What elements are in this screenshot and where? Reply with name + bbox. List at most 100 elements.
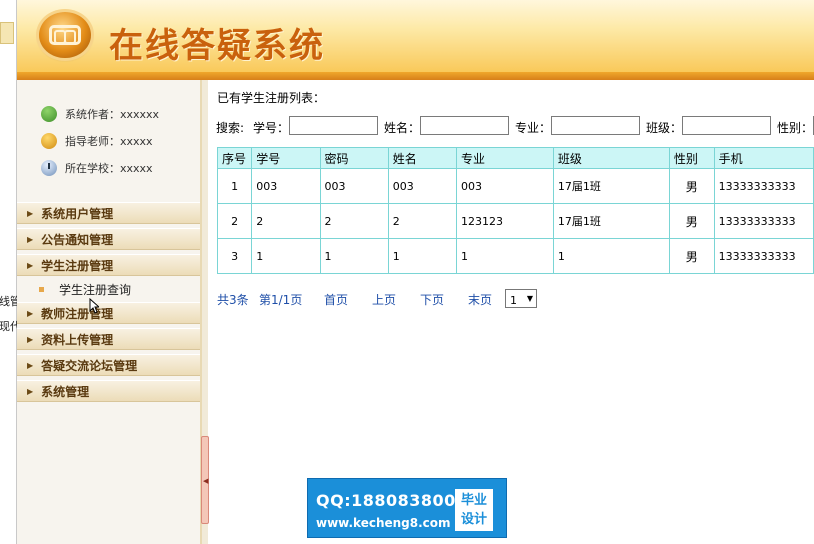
watermark-qq: QQ:188083800 [316, 491, 456, 510]
chevron-down-icon: ▼ [526, 294, 533, 303]
cell-gender: 男 [668, 238, 715, 274]
sidebar: 系统作者：xxxxxx 指导老师：xxxxx 所在学校：xxxxx ▶ 系统用户… [17, 80, 202, 544]
site-header: 在线答疑系统 [17, 0, 814, 72]
menu-file-upload[interactable]: ▶ 资料上传管理 [17, 328, 200, 350]
table-header-row: 序号 学号 密码 姓名 专业 班级 性别 手机 [216, 147, 814, 169]
cell-student-id: 1 [251, 238, 321, 274]
cell-student-id: 2 [251, 203, 321, 239]
menu-forum[interactable]: ▶ 答疑交流论坛管理 [17, 354, 200, 376]
menu-label: 系统用户管理 [41, 206, 114, 221]
site-title: 在线答疑系统 [109, 26, 325, 66]
table-row: 1 003 003 003 003 17届1班 男 13333333333 [216, 168, 814, 204]
column-header: 专业 [455, 147, 554, 169]
submenu-label: 学生注册查询 [59, 282, 132, 297]
cell-phone: 13333333333 [713, 203, 814, 239]
column-header: 学号 [251, 147, 321, 169]
cell-class: 1 [552, 238, 670, 274]
class-input[interactable] [682, 116, 771, 135]
watermark-badge: 毕业 设计 [455, 489, 493, 531]
pager-prev-link[interactable]: 上页 [372, 291, 396, 308]
main-content: 已有学生注册列表： 搜索: 学号： 姓名： 专业： 班级： 性别： 序号 学号 … [210, 80, 814, 544]
search-prefix-label: 搜索: [216, 121, 245, 135]
cell-name: 003 [387, 168, 457, 204]
cell-phone: 13333333333 [713, 168, 814, 204]
author-info: 系统作者：xxxxxx [41, 104, 159, 124]
watermark-url: www.kecheng8.com [316, 516, 451, 530]
cell-phone: 13333333333 [713, 238, 814, 274]
column-header: 班级 [552, 147, 670, 169]
badge-line: 设计 [460, 512, 487, 527]
pager-next-link[interactable]: 下页 [420, 291, 444, 308]
student-table: 序号 学号 密码 姓名 专业 班级 性别 手机 1 003 003 003 00… [216, 147, 814, 274]
caret-right-icon: ▶ [27, 308, 34, 318]
menu-label: 教师注册管理 [41, 306, 114, 321]
cell-password: 003 [319, 168, 389, 204]
menu-system-admin[interactable]: ▶ 系统管理 [17, 380, 200, 402]
background-window-strip: 线管 现代 [0, 0, 21, 544]
cell-major: 1 [455, 238, 554, 274]
name-input[interactable] [420, 116, 509, 135]
menu-label: 系统管理 [41, 384, 90, 399]
cell-major: 123123 [455, 203, 554, 239]
caret-right-icon: ▶ [27, 334, 34, 344]
page-select[interactable]: 1 ▼ [505, 289, 537, 308]
mouse-cursor-icon [89, 298, 99, 314]
search-bar: 搜索: 学号： 姓名： 专业： 班级： 性别： [216, 116, 814, 136]
search-label-gender: 性别： [777, 121, 814, 135]
menu-announcements[interactable]: ▶ 公告通知管理 [17, 228, 200, 250]
caret-right-icon: ▶ [27, 208, 34, 218]
major-input[interactable] [551, 116, 640, 135]
school-info: 所在学校：xxxxx [41, 158, 153, 178]
pager-first-link[interactable]: 首页 [324, 291, 348, 308]
cell-gender: 男 [668, 203, 715, 239]
student-id-input[interactable] [289, 116, 378, 135]
caret-right-icon: ▶ [27, 260, 34, 270]
app-window: 线管 现代 在线答疑系统 系统作者：xxxxxx 指导老师：xxxxx 所在学校… [0, 0, 814, 544]
teacher-label: 指导老师：xxxxx [65, 135, 153, 148]
menu-system-users[interactable]: ▶ 系统用户管理 [17, 202, 200, 224]
menu-teacher-registration[interactable]: ▶ 教师注册管理 [17, 302, 200, 324]
search-label-major: 专业： [515, 121, 552, 135]
menu-student-registration[interactable]: ▶ 学生注册管理 [17, 254, 200, 276]
caret-right-icon: ▶ [27, 234, 34, 244]
cell-index: 2 [216, 203, 253, 239]
search-label-name: 姓名： [384, 121, 421, 135]
cell-index: 3 [216, 238, 253, 274]
cell-major: 003 [455, 168, 554, 204]
caret-right-icon: ▶ [27, 360, 34, 370]
bullet-icon [39, 286, 44, 292]
list-title: 已有学生注册列表： [217, 91, 326, 105]
search-label-student-id: 学号： [253, 121, 290, 135]
cell-gender: 男 [668, 168, 715, 204]
cell-index: 1 [216, 168, 253, 204]
author-label: 系统作者：xxxxxx [65, 108, 160, 121]
school-label: 所在学校：xxxxx [65, 162, 153, 175]
collapse-arrow-icon: ◀ [203, 477, 209, 485]
column-header: 密码 [319, 147, 389, 169]
submenu-student-query[interactable]: 学生注册查询 [39, 279, 131, 299]
page-select-value: 1 [510, 294, 517, 307]
teacher-icon [41, 133, 57, 149]
menu-label: 学生注册管理 [41, 258, 114, 273]
search-label-class: 班级： [646, 121, 683, 135]
header-divider [17, 72, 814, 80]
column-header: 手机 [713, 147, 814, 169]
site-logo-icon [39, 12, 91, 58]
teacher-info: 指导老师：xxxxx [41, 131, 153, 151]
pager-total: 共3条 [217, 293, 249, 307]
folder-tab [0, 22, 14, 44]
cell-name: 2 [387, 203, 457, 239]
column-header: 性别 [668, 147, 715, 169]
column-header: 序号 [216, 147, 253, 169]
pager-last-link[interactable]: 末页 [468, 291, 492, 308]
caret-right-icon: ▶ [27, 386, 34, 396]
menu-label: 答疑交流论坛管理 [41, 358, 138, 373]
user-group-icon [41, 106, 57, 122]
cell-password: 1 [319, 238, 389, 274]
cell-password: 2 [319, 203, 389, 239]
cell-name: 1 [387, 238, 457, 274]
clock-icon [41, 160, 57, 176]
cell-student-id: 003 [251, 168, 321, 204]
column-header: 姓名 [387, 147, 457, 169]
collapse-sidebar-handle[interactable]: ◀ [201, 436, 209, 524]
